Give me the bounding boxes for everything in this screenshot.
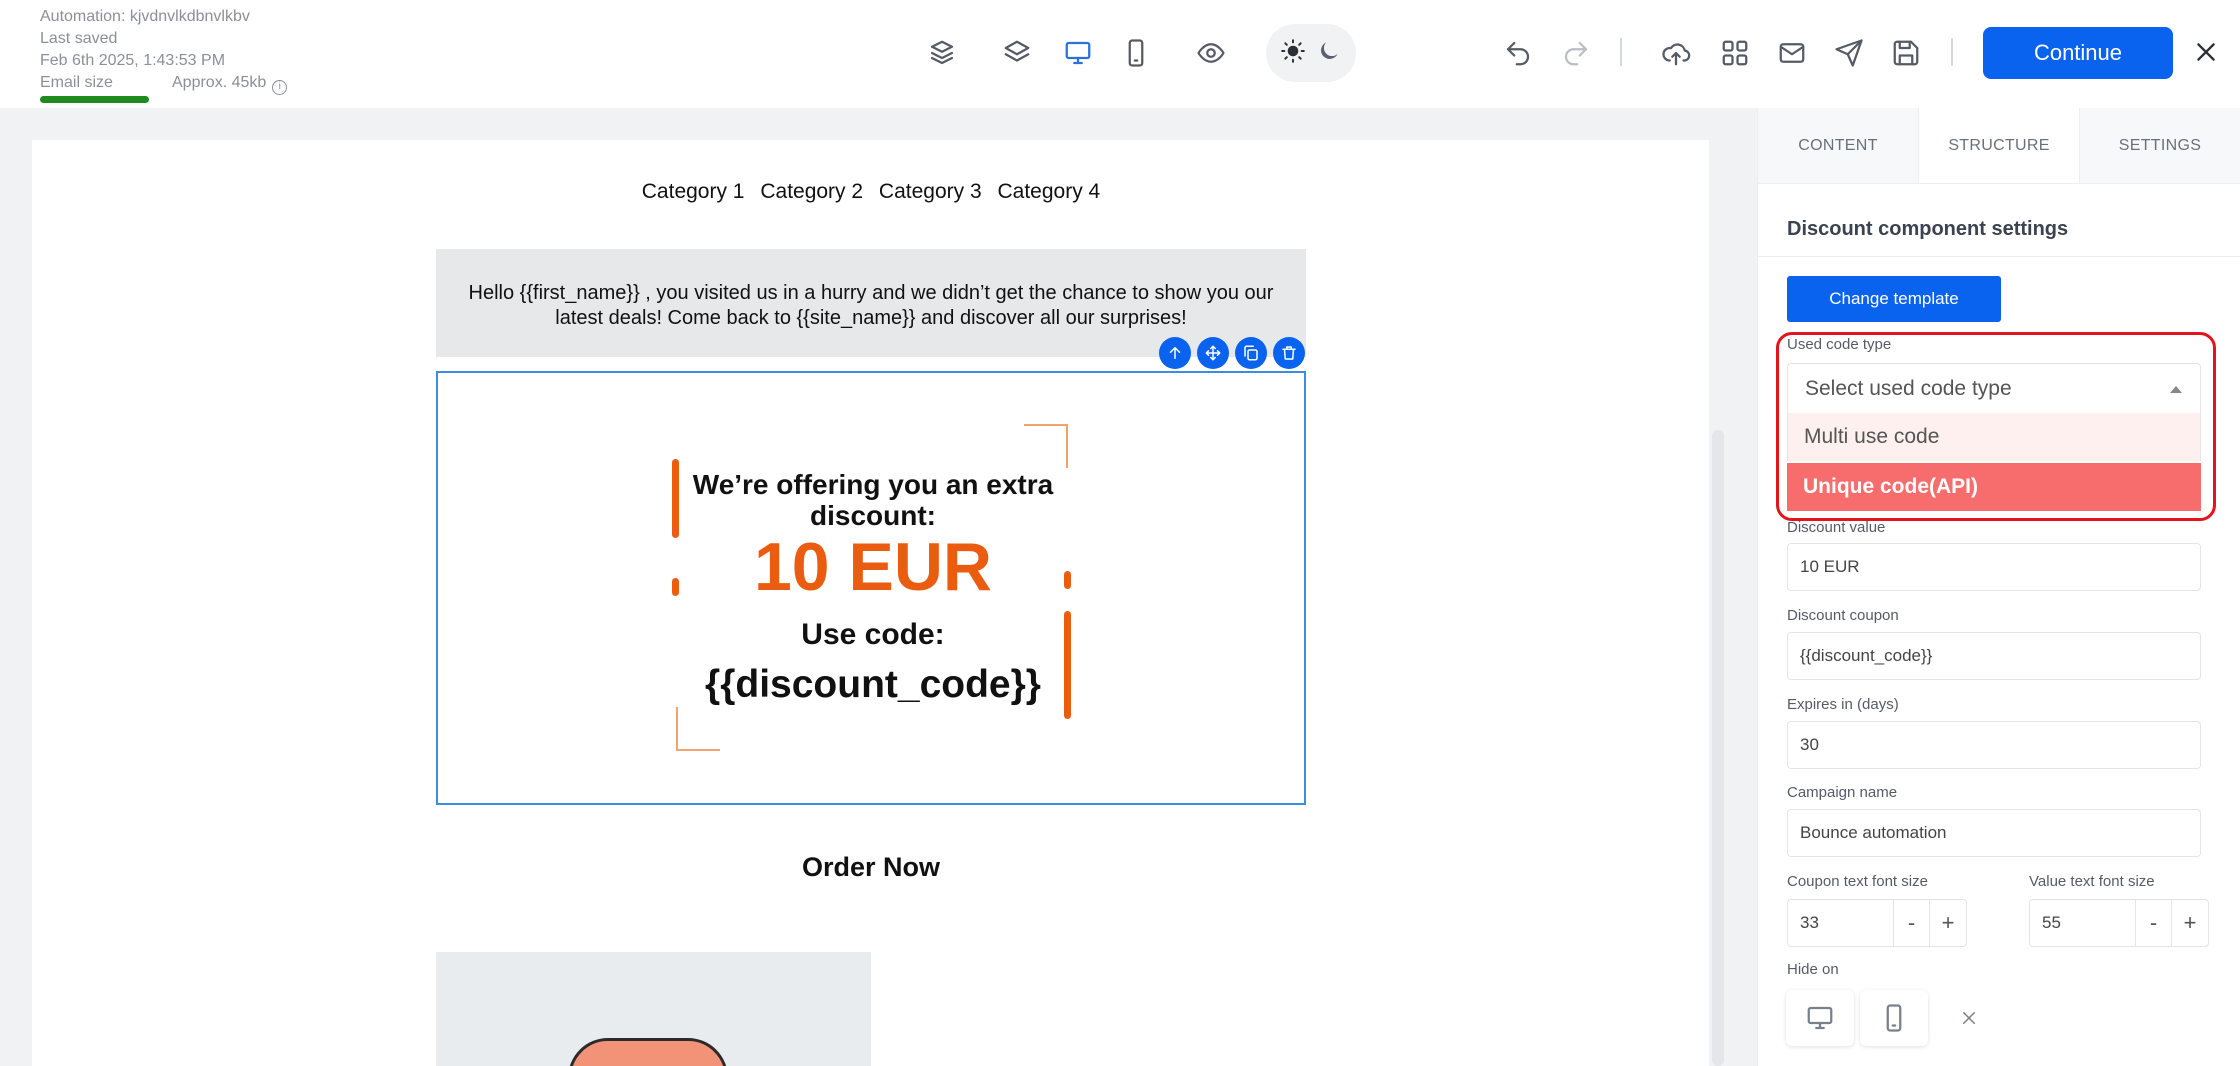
settings-panel: CONTENT STRUCTURE SETTINGS Discount comp… <box>1757 108 2240 1066</box>
discount-code: {{discount_code}} <box>705 663 1041 706</box>
delete-icon[interactable] <box>1273 337 1305 369</box>
decrement-button[interactable]: - <box>2136 900 2172 946</box>
highlight-annotation <box>1776 332 2216 521</box>
value-font-size-stepper[interactable]: 55 - + <box>2029 899 2209 947</box>
category-link[interactable]: Category 4 <box>998 180 1101 203</box>
panel-divider <box>1758 256 2240 257</box>
expires-label: Expires in (days) <box>1787 696 1899 713</box>
continue-button[interactable]: Continue <box>1983 27 2173 79</box>
canvas-scroll-thumb[interactable] <box>1712 430 1724 1066</box>
move-up-icon[interactable] <box>1159 337 1191 369</box>
drag-move-icon[interactable] <box>1197 337 1229 369</box>
decrement-button[interactable]: - <box>1894 900 1930 946</box>
eye-icon[interactable] <box>1193 35 1229 71</box>
desktop-icon[interactable] <box>1060 35 1096 71</box>
mobile-icon[interactable] <box>1118 35 1154 71</box>
close-icon[interactable] <box>2188 34 2224 70</box>
undo-icon[interactable] <box>1500 35 1536 71</box>
last-saved-time: Feb 6th 2025, 1:43:53 PM <box>40 52 226 69</box>
coupon-font-size-value[interactable]: 33 <box>1788 900 1894 946</box>
approx-size-text: Approx. 45kb <box>172 74 267 91</box>
use-code-label: Use code: <box>801 618 945 651</box>
last-saved-label: Last saved <box>40 30 118 47</box>
toolbar-divider <box>1951 38 1953 66</box>
campaign-name-label: Campaign name <box>1787 784 1898 801</box>
increment-button[interactable]: + <box>1930 900 1966 946</box>
discount-value: 10 EUR <box>753 529 993 605</box>
expires-input[interactable]: 30 <box>1787 721 2201 769</box>
email-size-bar <box>40 96 149 103</box>
campaign-name-input[interactable]: Bounce automation <box>1787 809 2201 857</box>
sun-icon[interactable] <box>1280 38 1306 69</box>
tshirt-image <box>568 1038 728 1066</box>
approx-size: Approx. 45kb i <box>172 74 288 95</box>
panel-title: Discount component settings <box>1787 218 2069 240</box>
save-icon[interactable] <box>1888 35 1924 71</box>
upload-icon[interactable] <box>1658 35 1694 71</box>
tab-settings[interactable]: SETTINGS <box>2080 108 2240 183</box>
decor-corner <box>1024 424 1068 468</box>
layers-alt-icon[interactable] <box>924 35 960 71</box>
toolbar-divider <box>1620 38 1622 66</box>
top-bar: Automation: kjvdnvlkdbnvlkbv Last saved … <box>0 0 2240 108</box>
discount-block[interactable]: We’re offering you an extra discount: 10… <box>436 371 1306 805</box>
tab-content[interactable]: CONTENT <box>1758 108 1919 183</box>
increment-button[interactable]: + <box>2172 900 2208 946</box>
redo-icon[interactable] <box>1558 35 1594 71</box>
order-now-button[interactable]: Order Now <box>436 852 1306 883</box>
block-toolbar <box>1159 337 1305 369</box>
mail-icon[interactable] <box>1774 35 1810 71</box>
tab-structure[interactable]: STRUCTURE <box>1919 108 2080 183</box>
send-icon[interactable] <box>1831 35 1867 71</box>
category-link[interactable]: Category 1 <box>642 180 745 203</box>
product-image[interactable] <box>436 952 871 1066</box>
discount-coupon-input[interactable]: {{discount_code}} <box>1787 632 2201 680</box>
offer-text: We’re offering you an extra discount: <box>692 469 1054 531</box>
automation-name: Automation: kjvdnvlkdbnvlkbv <box>40 8 250 25</box>
theme-toggle[interactable] <box>1266 24 1356 82</box>
hide-on-label: Hide on <box>1787 961 1839 978</box>
duplicate-icon[interactable] <box>1235 337 1267 369</box>
discount-value-label: Discount value <box>1787 519 1886 536</box>
panel-tabs: CONTENT STRUCTURE SETTINGS <box>1758 108 2240 184</box>
hide-on-desktop-icon[interactable] <box>1786 990 1854 1046</box>
layers-icon[interactable] <box>999 35 1035 71</box>
moon-icon[interactable] <box>1316 38 1342 69</box>
clear-hide-on-icon[interactable] <box>1953 1002 1985 1034</box>
decor-corner <box>676 707 720 751</box>
coupon-font-size-label: Coupon text font size <box>1787 873 1928 890</box>
category-menu: Category 1 Category 2 Category 3 Categor… <box>436 180 1306 204</box>
info-icon[interactable]: i <box>272 80 288 95</box>
discount-value-input[interactable]: 10 EUR <box>1787 543 2201 591</box>
coupon-font-size-stepper[interactable]: 33 - + <box>1787 899 1967 947</box>
hide-on-mobile-icon[interactable] <box>1860 990 1928 1046</box>
grid-icon[interactable] <box>1717 35 1753 71</box>
category-link[interactable]: Category 2 <box>760 180 863 203</box>
change-template-button[interactable]: Change template <box>1787 276 2001 322</box>
category-link[interactable]: Category 3 <box>879 180 982 203</box>
value-font-size-value[interactable]: 55 <box>2030 900 2136 946</box>
discount-coupon-label: Discount coupon <box>1787 607 1899 624</box>
value-font-size-label: Value text font size <box>2029 873 2155 890</box>
